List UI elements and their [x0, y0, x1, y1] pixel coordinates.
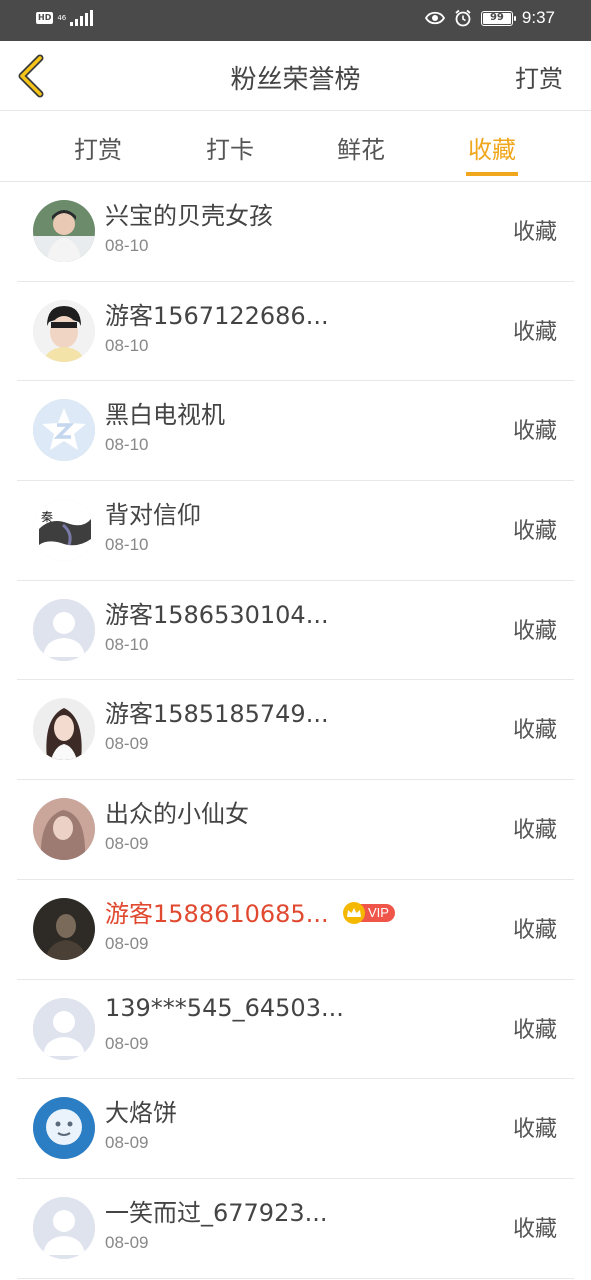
crown-icon	[343, 901, 365, 924]
user-name: 139***545_64503...	[105, 993, 344, 1022]
favorite-label: 收藏	[512, 618, 557, 644]
favorite-label: 收藏	[512, 1216, 557, 1242]
date: 08-09	[105, 734, 149, 754]
list-item[interactable]: 秦 背对信仰 08-10 收藏	[17, 481, 574, 581]
list-item[interactable]: 139***545_64503... 08-09 收藏	[17, 980, 574, 1080]
user-name: 游客1567122686...	[105, 301, 329, 330]
date: 08-10	[105, 634, 149, 654]
tab-flowers[interactable]: 鲜花	[321, 130, 401, 165]
list-item[interactable]: 出众的小仙女 08-09 收藏	[17, 780, 574, 880]
avatar	[33, 1097, 95, 1160]
date: 08-10	[105, 236, 149, 255]
avatar	[33, 399, 95, 462]
list-item[interactable]: 黑白电视机 08-10 收藏	[17, 381, 574, 482]
user-name: 游客1588610685...	[105, 899, 329, 928]
battery-icon: 99	[480, 10, 516, 26]
avatar	[33, 798, 95, 861]
svg-text:秦: 秦	[41, 510, 53, 524]
date: 08-10	[105, 335, 149, 355]
user-name: 黑白电视机	[105, 401, 225, 430]
network-type: 46	[57, 14, 67, 22]
tab-bar: 打赏 打卡 鲜花 收藏	[0, 112, 591, 182]
avatar	[33, 200, 95, 262]
status-left: HD 46	[36, 10, 94, 26]
list-item[interactable]: 一笑而过_677923... 08-09 收藏	[17, 1179, 574, 1279]
user-name: 出众的小仙女	[105, 800, 249, 829]
page-title: 粉丝荣誉榜	[230, 65, 361, 95]
avatar	[33, 897, 95, 960]
user-name: 游客1585185749...	[105, 700, 329, 729]
status-time: 9:37	[521, 8, 555, 27]
list-item[interactable]: 大烙饼 08-09 收藏	[17, 1079, 574, 1179]
date: 08-09	[105, 1033, 149, 1053]
list-item[interactable]: 游客1567122686... 08-10 收藏	[17, 282, 574, 382]
user-name: 兴宝的贝壳女孩	[105, 202, 273, 230]
user-name: 游客1586530104...	[105, 600, 329, 629]
user-name: 大烙饼	[105, 1099, 177, 1128]
favorite-label: 收藏	[512, 1017, 557, 1043]
vip-badge: VIP	[343, 901, 395, 924]
favorite-label: 收藏	[512, 1117, 557, 1143]
date: 08-09	[105, 1133, 149, 1153]
avatar: 秦	[33, 499, 95, 562]
date: 08-10	[105, 535, 149, 555]
favorite-label: 收藏	[512, 319, 557, 345]
avatar	[33, 997, 95, 1060]
avatar	[33, 1196, 95, 1259]
status-bar: HD 46 99 9:37	[0, 0, 591, 41]
list-item[interactable]: 兴宝的贝壳女孩 08-10 收藏	[17, 182, 574, 282]
fan-list: 兴宝的贝壳女孩 08-10 收藏 游客1567122686... 08-10 收…	[0, 182, 591, 1279]
favorite-label: 收藏	[512, 519, 557, 545]
header: 粉丝荣誉榜 打赏	[0, 41, 591, 111]
signal-icon	[70, 10, 94, 26]
hd-icon: HD	[36, 12, 54, 24]
user-name: 一笑而过_677923...	[105, 1198, 328, 1227]
alarm-icon	[455, 9, 471, 27]
reward-button[interactable]: 打赏	[515, 59, 563, 94]
status-right: 99 9:37	[424, 8, 555, 28]
list-item[interactable]: 游客1588610685... VIP 08-09 收藏	[17, 880, 574, 980]
list-item[interactable]: 游客1585185749... 08-09 收藏	[17, 680, 574, 781]
favorite-label: 收藏	[512, 917, 557, 943]
avatar	[33, 698, 95, 761]
favorite-label: 收藏	[512, 220, 557, 245]
favorite-label: 收藏	[512, 818, 557, 844]
date: 08-09	[105, 933, 149, 953]
favorite-label: 收藏	[512, 718, 557, 744]
user-name: 背对信仰	[105, 501, 201, 530]
date: 08-09	[105, 834, 149, 854]
battery-percent: 99	[489, 12, 504, 23]
tab-reward[interactable]: 打赏	[58, 130, 138, 165]
favorite-label: 收藏	[512, 419, 557, 445]
date: 08-10	[105, 435, 149, 455]
tab-favorites[interactable]: 收藏	[452, 130, 532, 165]
active-tab-indicator	[466, 172, 518, 176]
eye-icon	[424, 11, 445, 25]
tab-checkin[interactable]: 打卡	[190, 130, 270, 165]
list-item[interactable]: 游客1586530104... 08-10 收藏	[17, 581, 574, 681]
avatar	[33, 299, 95, 362]
avatar	[33, 598, 95, 661]
date: 08-09	[105, 1232, 149, 1252]
